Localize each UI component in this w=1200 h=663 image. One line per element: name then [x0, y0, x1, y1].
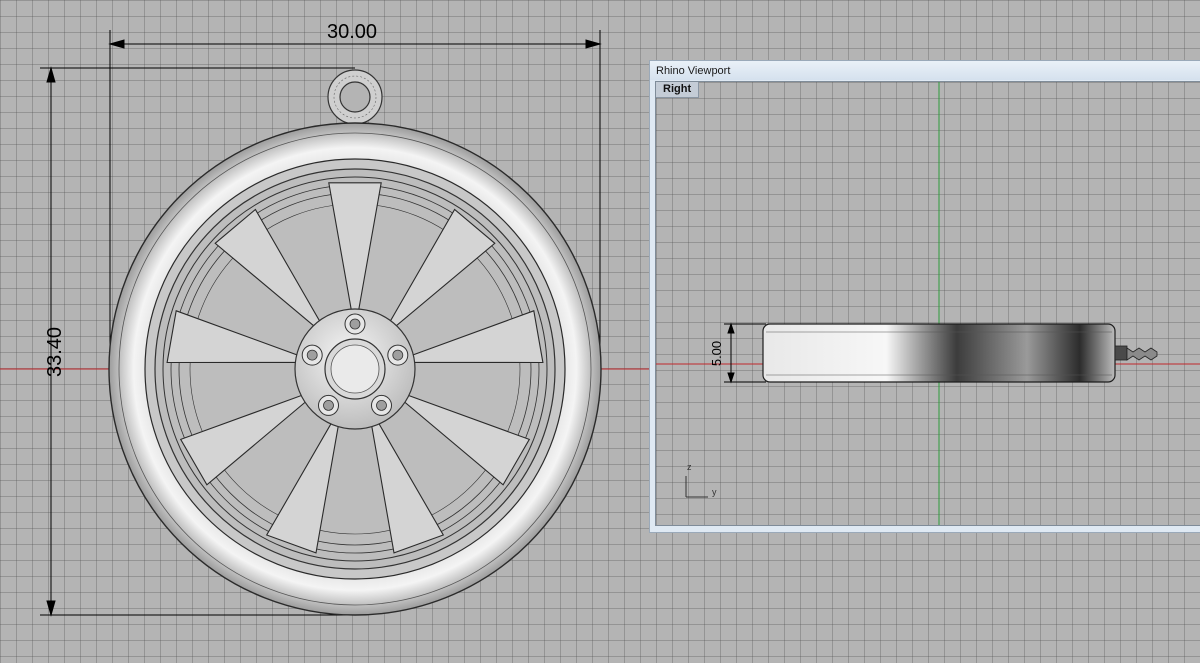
axis-gizmo-icon: [685, 476, 708, 498]
axis-y-label: y: [712, 487, 717, 497]
lug-hole-inner: [392, 349, 404, 361]
lug-hole-inner: [376, 399, 387, 411]
rhino-viewport-window[interactable]: Rhino Viewport z y Right: [649, 60, 1200, 533]
lug-hole-inner: [323, 399, 334, 411]
window-titlebar[interactable]: Rhino Viewport: [650, 61, 1200, 80]
lug-hole-inner: [306, 349, 318, 361]
keyring-loop[interactable]: [327, 69, 383, 125]
height-dimension-label: 33.40: [44, 326, 67, 378]
window-title: Rhino Viewport: [656, 65, 731, 77]
right-viewport[interactable]: z y Right: [655, 81, 1200, 526]
tab-right[interactable]: Right: [656, 82, 700, 98]
wheel-side-profile[interactable]: [762, 323, 1158, 383]
width-dimension-label: 30.00: [327, 21, 378, 43]
right-view-canvas[interactable]: [656, 82, 1200, 526]
thickness-dimension-label: 5.00: [709, 340, 725, 367]
axis-z-label: z: [687, 462, 692, 472]
thickness-dimension[interactable]: [724, 322, 766, 384]
